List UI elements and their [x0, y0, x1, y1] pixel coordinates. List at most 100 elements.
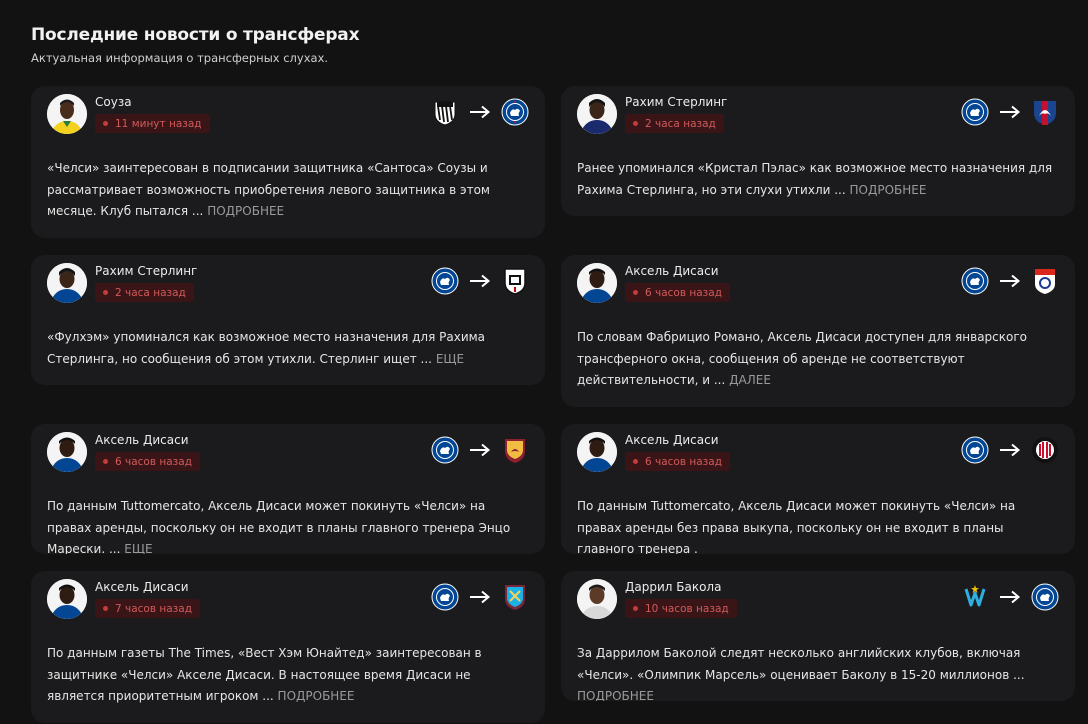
player-name: Соуза — [95, 95, 132, 109]
page-header: Последние новости о трансферах Актуальна… — [31, 25, 360, 65]
read-more-link[interactable]: ПОДРОБНЕЕ — [577, 689, 654, 701]
santos-icon — [431, 98, 459, 126]
read-more-link[interactable]: ПОДРОБНЕЕ — [278, 689, 355, 703]
roma-icon — [501, 436, 529, 464]
player-avatar — [577, 432, 617, 472]
time-label: 7 часов назад — [115, 602, 192, 615]
west-ham-icon — [501, 583, 529, 611]
arrow-right-icon — [999, 274, 1021, 288]
time-badge: 7 часов назад — [95, 599, 200, 618]
time-badge: 2 часа назад — [625, 114, 724, 133]
transfer-card[interactable]: Рахим Стерлинг 2 часа назад Ранее упомин… — [561, 86, 1075, 216]
arrow-right-icon — [469, 590, 491, 604]
player-avatar — [47, 579, 87, 619]
transfer-route — [431, 436, 529, 464]
read-more-link[interactable]: ПОДРОБНЕЕ — [850, 183, 927, 197]
ac-milan-icon — [1031, 436, 1059, 464]
transfer-card[interactable]: Рахим Стерлинг 2 часа назад «Фулхэм» упо… — [31, 255, 545, 385]
status-dot — [633, 606, 638, 611]
news-text: «Челси» заинтересован в подписании защит… — [47, 158, 529, 223]
transfer-card[interactable]: Аксель Дисаси 6 часов назад По данным Tu… — [561, 424, 1075, 554]
chelsea-icon — [501, 98, 529, 126]
time-label: 6 часов назад — [645, 286, 722, 299]
lyon-icon — [1031, 267, 1059, 295]
marseille-icon — [961, 583, 989, 611]
player-name: Аксель Дисаси — [625, 264, 719, 278]
player-avatar — [47, 263, 87, 303]
news-text: По данным Tuttomercato, Аксель Дисаси мо… — [577, 496, 1059, 554]
chelsea-icon — [1031, 583, 1059, 611]
news-body: По данным Tuttomercato, Аксель Дисаси мо… — [47, 499, 511, 554]
transfer-route — [431, 98, 529, 126]
page-subtitle: Актуальная информация о трансферных слух… — [31, 51, 329, 65]
time-label: 11 минут назад — [115, 117, 202, 130]
player-name: Аксель Дисаси — [625, 433, 719, 447]
arrow-right-icon — [469, 105, 491, 119]
chelsea-icon — [431, 583, 459, 611]
arrow-right-icon — [999, 590, 1021, 604]
transfer-card[interactable]: Аксель Дисаси 6 часов назад По данным Tu… — [31, 424, 545, 554]
chelsea-icon — [961, 436, 989, 464]
news-body: По данным Tuttomercato, Аксель Дисаси мо… — [577, 499, 1016, 554]
player-name: Рахим Стерлинг — [95, 264, 198, 278]
player-name: Даррил Бакола — [625, 580, 722, 594]
news-body: «Фулхэм» упоминался как возможное место … — [47, 330, 486, 366]
transfer-card[interactable]: Соуза 11 минут назад «Челси» заинтересов… — [31, 86, 545, 238]
transfer-card[interactable]: Аксель Дисаси 6 часов назад По словам Фа… — [561, 255, 1075, 407]
status-dot — [633, 290, 638, 295]
chelsea-icon — [431, 436, 459, 464]
news-text: За Даррилом Баколой следят несколько анг… — [577, 643, 1059, 701]
time-label: 10 часов назад — [645, 602, 729, 615]
player-avatar — [577, 94, 617, 134]
transfer-card[interactable]: Даррил Бакола 10 часов назад За Даррилом… — [561, 571, 1075, 701]
crystal-palace-icon — [1031, 98, 1059, 126]
status-dot — [633, 459, 638, 464]
time-label: 2 часа назад — [115, 286, 186, 299]
status-dot — [103, 121, 108, 126]
arrow-right-icon — [469, 274, 491, 288]
transfer-card[interactable]: Аксель Дисаси 7 часов назад По данным га… — [31, 571, 545, 723]
player-avatar — [577, 263, 617, 303]
arrow-right-icon — [999, 105, 1021, 119]
player-name: Рахим Стерлинг — [625, 95, 728, 109]
transfer-route — [961, 98, 1059, 126]
transfer-route — [961, 436, 1059, 464]
transfer-route — [961, 583, 1059, 611]
news-body: По данным газеты The Times, «Вест Хэм Юн… — [47, 646, 482, 703]
transfer-route — [961, 267, 1059, 295]
page-title: Последние новости о трансферах — [31, 25, 360, 45]
arrow-right-icon — [999, 443, 1021, 457]
read-more-link[interactable]: ПОДРОБНЕЕ — [207, 204, 284, 218]
player-avatar — [47, 94, 87, 134]
player-avatar — [577, 579, 617, 619]
news-text: По данным газеты The Times, «Вест Хэм Юн… — [47, 643, 529, 708]
time-badge: 11 минут назад — [95, 114, 210, 133]
arrow-right-icon — [469, 443, 491, 457]
transfer-route — [431, 583, 529, 611]
time-badge: 10 часов назад — [625, 599, 737, 618]
fulham-icon — [501, 267, 529, 295]
read-more-link[interactable]: ДАЛЕЕ — [729, 373, 771, 387]
time-label: 6 часов назад — [115, 455, 192, 468]
read-more-link[interactable]: ЕЩЕ — [124, 542, 152, 554]
chelsea-icon — [961, 98, 989, 126]
time-label: 6 часов назад — [645, 455, 722, 468]
status-dot — [103, 290, 108, 295]
chelsea-icon — [431, 267, 459, 295]
player-name: Аксель Дисаси — [95, 580, 189, 594]
status-dot — [103, 606, 108, 611]
player-avatar — [47, 432, 87, 472]
time-badge: 6 часов назад — [625, 452, 730, 471]
time-badge: 2 часа назад — [95, 283, 194, 302]
read-more-link[interactable]: ЕЩЕ — [436, 352, 464, 366]
chelsea-icon — [961, 267, 989, 295]
player-name: Аксель Дисаси — [95, 433, 189, 447]
news-text: «Фулхэм» упоминался как возможное место … — [47, 327, 529, 370]
status-dot — [103, 459, 108, 464]
news-text: По данным Tuttomercato, Аксель Дисаси мо… — [47, 496, 529, 554]
time-label: 2 часа назад — [645, 117, 716, 130]
news-text: Ранее упоминался «Кристал Пэлас» как воз… — [577, 158, 1059, 201]
time-badge: 6 часов назад — [625, 283, 730, 302]
transfer-route — [431, 267, 529, 295]
news-body: За Даррилом Баколой следят несколько анг… — [577, 646, 1025, 682]
